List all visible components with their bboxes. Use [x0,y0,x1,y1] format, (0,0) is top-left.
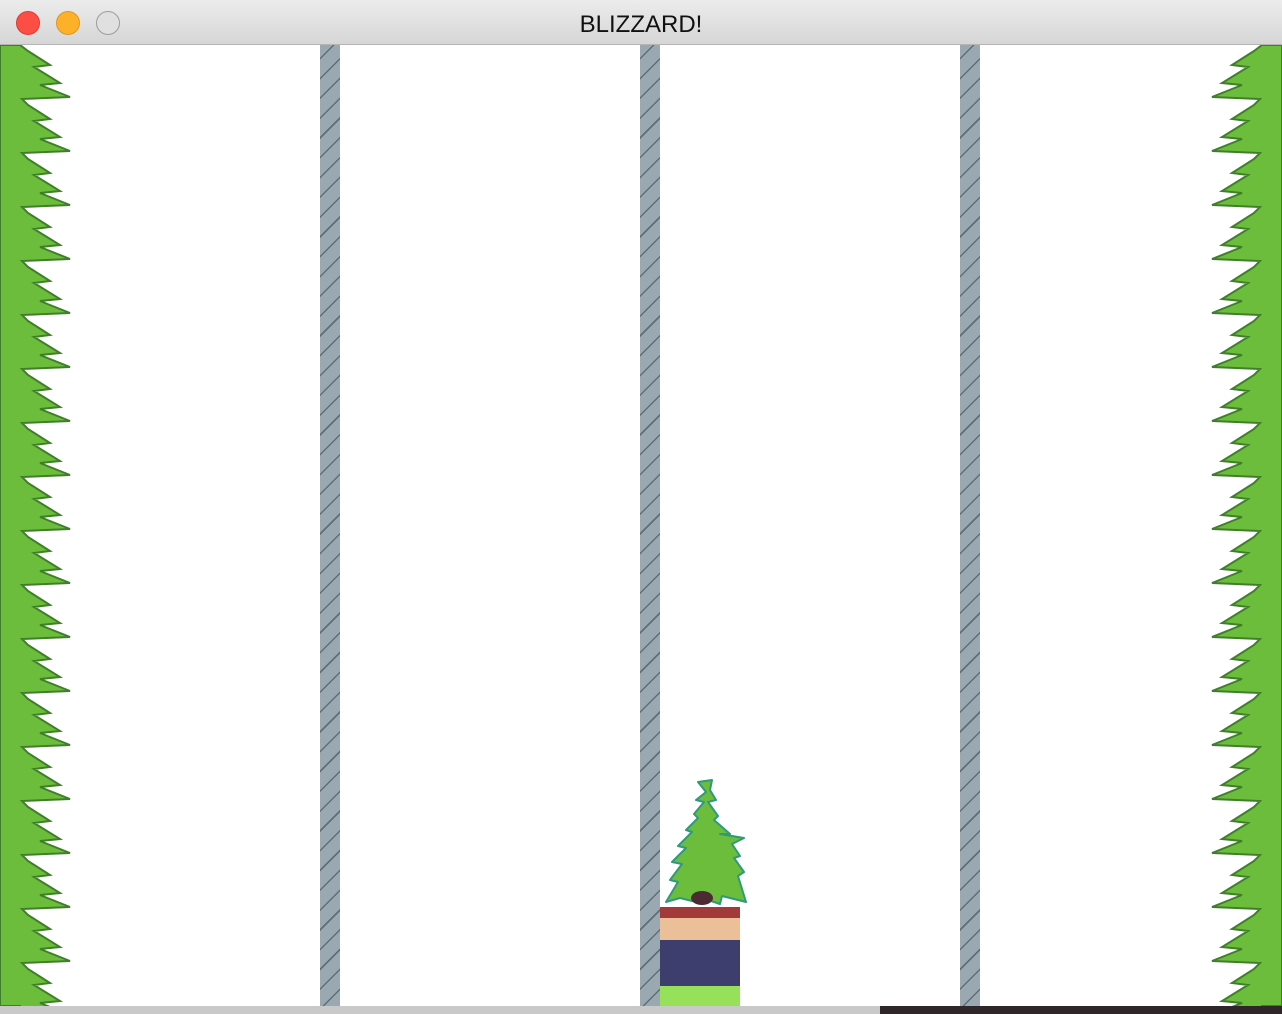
left-forest-border [0,45,71,1006]
title-bar[interactable]: BLIZZARD! [0,0,1282,45]
player-character [660,778,750,1006]
player-hat [660,907,740,918]
pine-tree-obstacle [665,779,747,905]
window-title: BLIZZARD! [579,11,703,38]
right-forest-border [1211,45,1282,1006]
lane-divider-pole-3 [960,45,980,1006]
lane-divider-pole-1 [320,45,340,1006]
player-face [660,918,740,940]
game-window: BLIZZARD! [0,0,1282,1006]
desktop-background [880,1006,1282,1014]
player-legs [660,986,740,1006]
lane-divider-pole-2 [640,45,660,1006]
desktop-edge [0,1006,880,1014]
game-canvas[interactable] [0,45,1282,1006]
player-body [660,940,740,986]
